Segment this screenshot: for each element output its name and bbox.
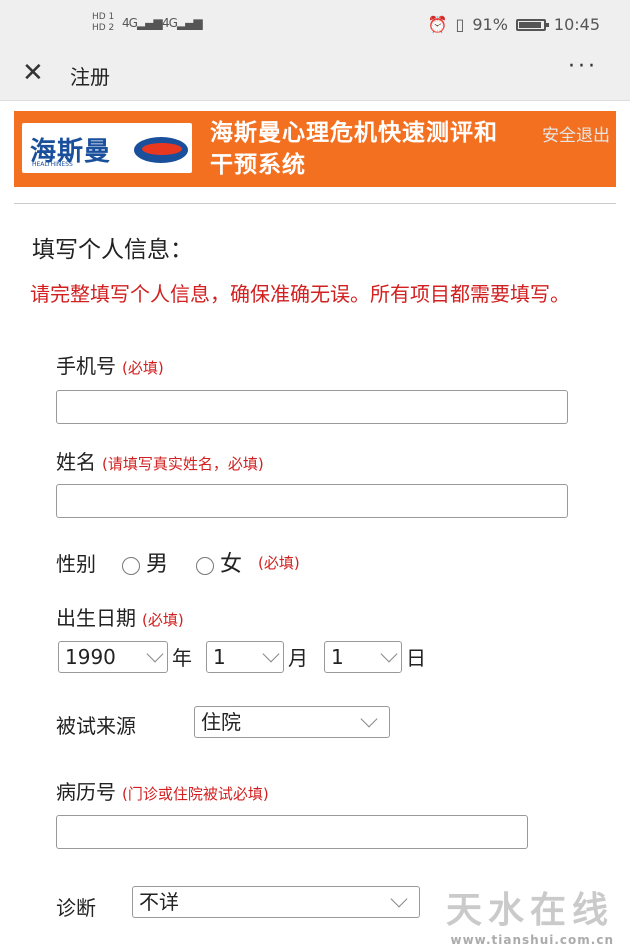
gender-required-hint: (必填) — [258, 553, 300, 572]
battery-percent: 91% — [472, 15, 508, 34]
page-title: 注册 — [70, 65, 110, 89]
gender-option-female[interactable]: 女 — [196, 546, 242, 578]
phone-label: 手机号 — [56, 354, 116, 378]
birth-day-select[interactable]: 1 — [324, 641, 402, 673]
male-label: 男 — [146, 552, 169, 577]
name-input[interactable] — [56, 484, 568, 518]
birth-label: 出生日期 — [56, 606, 136, 630]
alarm-icon: ⏰ — [427, 15, 448, 34]
vibrate-icon: ▯ — [455, 15, 465, 34]
gender-option-male[interactable]: 男 — [122, 546, 168, 578]
name-required-hint: (请填写真实姓名，必填) — [102, 455, 264, 473]
title-bar: ✕ 注册 ··· — [0, 48, 630, 101]
sim1-label: HD 1 — [92, 12, 115, 22]
watermark-url: www.tianshui.com.cn — [450, 933, 614, 947]
year-unit: 年 — [172, 646, 192, 670]
record-label: 病历号 — [56, 780, 116, 804]
watermark: 天水在线 www.tianshui.com.cn — [446, 881, 614, 947]
male-radio[interactable] — [122, 556, 140, 575]
birth-year-value: 1990 — [65, 645, 116, 669]
phone-input[interactable] — [56, 390, 568, 424]
source-value: 住院 — [201, 710, 241, 734]
source-select[interactable]: 住院 — [194, 706, 390, 738]
diagnosis-select[interactable]: 不详 — [132, 886, 420, 918]
phone-label-row: 手机号 (必填) — [56, 350, 164, 379]
signal-icon: 4G▂▄▆ — [122, 16, 163, 30]
brand-logo: 海斯曼 HEALTHINESS — [22, 123, 192, 173]
record-label-row: 病历号 (门诊或住院被试必填) — [56, 776, 269, 805]
birth-month-value: 1 — [213, 645, 226, 669]
watermark-text: 天水在线 — [445, 890, 614, 931]
status-bar: HD 1 HD 2 4G▂▄▆ 4G▂▄▆ ⏰ ▯ 91% 10:45 — [0, 0, 630, 48]
status-right: ⏰ ▯ 91% 10:45 — [428, 15, 600, 34]
birth-day-value: 1 — [331, 645, 344, 669]
logo-swoosh-accent — [142, 143, 182, 155]
chevron-down-icon — [363, 713, 375, 725]
name-label-row: 姓名 (请填写真实姓名，必填) — [56, 446, 264, 475]
more-options-icon[interactable]: ··· — [568, 54, 598, 79]
header-banner: 海斯曼 HEALTHINESS 海斯曼心理危机快速测评和干预系统 安全退出 — [14, 111, 616, 187]
chevron-down-icon — [383, 648, 395, 660]
female-radio[interactable] — [196, 556, 215, 575]
name-label: 姓名 — [56, 450, 96, 474]
chevron-down-icon — [149, 648, 161, 660]
birth-required-hint: (必填) — [142, 611, 184, 629]
chevron-down-icon — [393, 893, 405, 905]
month-unit: 月 — [288, 646, 308, 670]
logout-link[interactable]: 安全退出 — [528, 123, 610, 149]
divider — [14, 203, 616, 204]
phone-required-hint: (必填) — [122, 359, 164, 377]
battery-icon — [515, 18, 549, 31]
birth-label-row: 出生日期 (必填) — [56, 602, 184, 631]
signal2-label: 4G — [162, 16, 178, 30]
day-unit: 日 — [406, 646, 426, 670]
clock: 10:45 — [553, 15, 600, 34]
signal1-label: 4G — [122, 16, 138, 30]
record-required-hint: (门诊或住院被试必填) — [122, 785, 269, 803]
gender-row: 性别 男 女 (必填) — [56, 546, 300, 578]
diagnosis-label: 诊断 — [56, 896, 96, 920]
gender-label: 性别 — [56, 551, 96, 576]
record-input[interactable] — [56, 815, 528, 849]
logo-subtext: HEALTHINESS — [32, 161, 73, 168]
source-label: 被试来源 — [56, 714, 136, 738]
close-icon[interactable]: ✕ — [22, 60, 44, 86]
sim-indicators: HD 1 HD 2 — [92, 12, 114, 34]
form-notice: 请完整填写个人信息，确保准确无误。所有项目都需要填写。 — [30, 282, 570, 306]
system-title: 海斯曼心理危机快速测评和干预系统 — [210, 120, 498, 178]
birth-year-select[interactable]: 1990 — [58, 641, 168, 673]
birth-month-select[interactable]: 1 — [206, 641, 284, 673]
sim2-label: HD 2 — [92, 23, 115, 33]
chevron-down-icon — [265, 648, 277, 660]
signal-icon-2: 4G▂▄▆ — [162, 16, 203, 30]
female-label: 女 — [220, 552, 243, 577]
diagnosis-value: 不详 — [139, 890, 179, 914]
section-title: 填写个人信息： — [32, 237, 193, 263]
